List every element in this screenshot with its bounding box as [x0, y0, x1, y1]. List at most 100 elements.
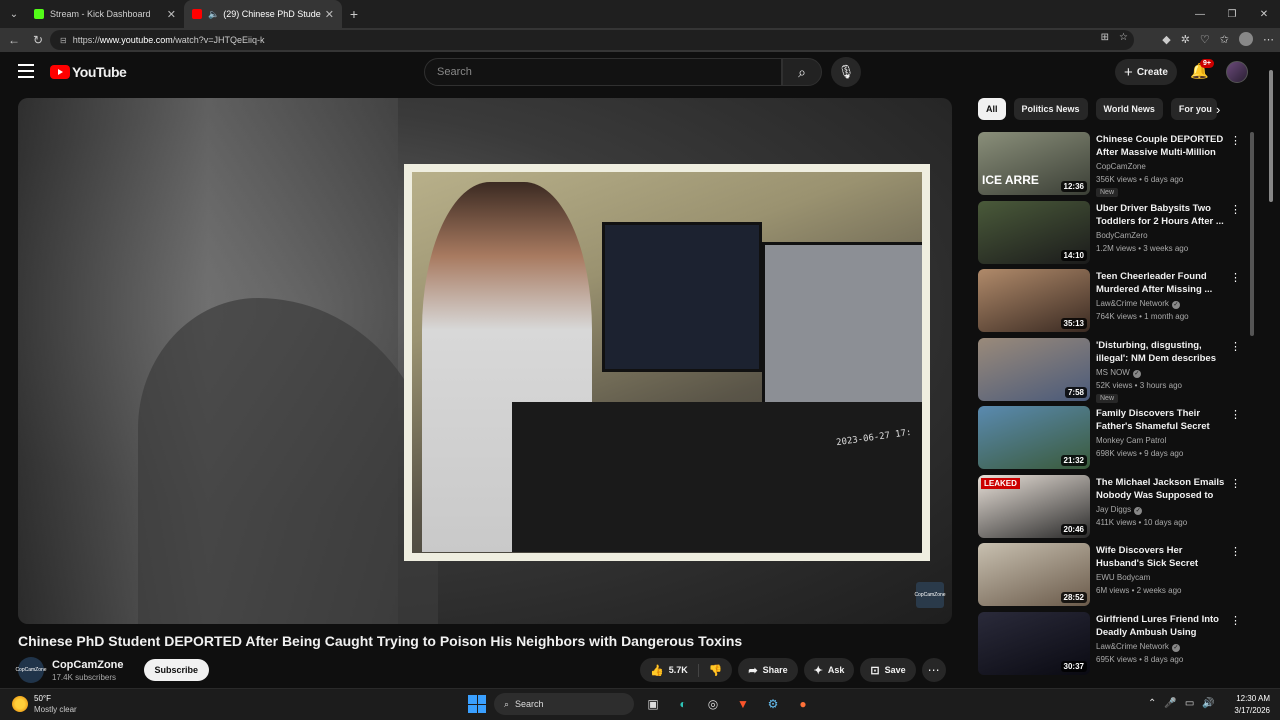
video-thumbnail[interactable]: 28:52 — [978, 543, 1090, 606]
browser-essentials-icon[interactable]: ♡ — [1200, 33, 1210, 46]
extensions-puzzle-icon[interactable]: ✲ — [1181, 33, 1190, 46]
brave-icon[interactable]: ▼ — [732, 693, 754, 715]
restore-icon[interactable]: ❐ — [1216, 0, 1248, 28]
save-button[interactable]: ⊡ Save — [860, 658, 916, 682]
recommendation-channel[interactable]: CopCamZone — [1096, 162, 1146, 171]
ask-button[interactable]: ✦ Ask — [803, 658, 855, 682]
task-view-icon[interactable]: ▣ — [642, 693, 664, 715]
recommendation-channel[interactable]: BodyCamZero — [1096, 231, 1148, 240]
tab-close-icon[interactable]: ✕ — [167, 8, 176, 21]
recommendation-channel[interactable]: Law&Crime Network ✓ — [1096, 642, 1180, 652]
recommendation-channel[interactable]: EWU Bodycam — [1096, 573, 1150, 582]
taskbar-search[interactable]: ⌕ Search — [494, 693, 634, 715]
guide-menu-icon[interactable] — [18, 64, 34, 78]
browser-tab-kick[interactable]: Stream - Kick Dashboard ✕ — [26, 0, 184, 28]
chip-politics-news[interactable]: Politics News — [1013, 98, 1088, 120]
subscribe-button[interactable]: Subscribe — [143, 659, 210, 681]
search-button[interactable]: ⌕ — [782, 58, 822, 86]
recommendation-title[interactable]: Teen Cheerleader Found Murdered After Mi… — [1096, 270, 1226, 296]
extension-icon[interactable]: ◆ — [1162, 33, 1170, 46]
page-scrollbar[interactable] — [1268, 62, 1274, 682]
recommendation-channel[interactable]: Jay Diggs ✓ — [1096, 505, 1143, 515]
app-icon[interactable]: ◎ — [702, 693, 724, 715]
more-vertical-icon[interactable]: ⋮ — [1230, 203, 1241, 216]
favorites-icon[interactable]: ✩ — [1220, 33, 1229, 46]
page-scrollbar-thumb[interactable] — [1269, 70, 1273, 202]
chevron-right-icon[interactable]: › — [1216, 102, 1220, 117]
video-thumbnail[interactable]: 35:13 — [978, 269, 1090, 332]
account-avatar[interactable] — [1226, 61, 1248, 83]
site-info-icon[interactable]: ⊟ — [60, 36, 67, 45]
youtube-logo[interactable]: YouTube — [50, 64, 127, 80]
search-input[interactable]: Search — [424, 58, 782, 86]
more-vertical-icon[interactable]: ⋮ — [1230, 477, 1241, 490]
video-thumbnail[interactable]: 7:58 — [978, 337, 1090, 401]
reload-icon[interactable]: ↻ — [26, 33, 50, 47]
share-button[interactable]: ➦ Share — [738, 658, 798, 682]
chip-for-you[interactable]: For you — [1170, 98, 1217, 120]
start-icon[interactable] — [468, 695, 486, 713]
edge-icon[interactable]: ◐ — [672, 693, 694, 715]
like-button[interactable]: 👍 5.7K — [640, 663, 699, 677]
firefox-icon[interactable]: ● — [792, 693, 814, 715]
chip-all[interactable]: All — [978, 98, 1006, 120]
more-vertical-icon[interactable]: ⋮ — [1230, 271, 1241, 284]
recommendation-title[interactable]: The Michael Jackson Emails Nobody Was Su… — [1096, 476, 1226, 502]
recommendation-item[interactable]: 21:32 Family Discovers Their Father's Sha… — [978, 406, 1248, 475]
volume-icon[interactable]: 🔊 — [1202, 698, 1214, 709]
recommendation-channel[interactable]: Law&Crime Network ✓ — [1096, 299, 1180, 309]
app-available-icon[interactable]: ⊞ — [1101, 32, 1109, 43]
channel-watermark[interactable]: CopCamZone — [914, 582, 946, 608]
channel-name[interactable]: CopCamZone — [52, 659, 124, 671]
browser-tab-youtube[interactable]: 🔈 (29) Chinese PhD Student DEP ✕ — [184, 0, 342, 28]
video-thumbnail[interactable]: 30:37 — [978, 611, 1090, 675]
new-tab-button[interactable]: + — [342, 6, 366, 22]
channel-avatar[interactable]: CopCamZone — [15, 657, 47, 683]
video-thumbnail[interactable]: LEAKED 20:46 — [978, 474, 1090, 538]
chip-world-news[interactable]: World News — [1095, 98, 1163, 120]
more-vertical-icon[interactable]: ⋮ — [1230, 134, 1241, 147]
dislike-button[interactable]: 👎 — [699, 664, 733, 677]
recommendation-item[interactable]: 14:10 Uber Driver Babysits Two Toddlers f… — [978, 200, 1248, 270]
tab-close-icon[interactable]: ✕ — [325, 8, 334, 21]
tray-chevron-icon[interactable]: ⌃ — [1148, 698, 1156, 709]
recommendation-item[interactable]: LEAKED 20:46 The Michael Jackson Emails No… — [978, 474, 1248, 544]
close-window-icon[interactable]: ✕ — [1248, 0, 1280, 28]
video-thumbnail[interactable]: 21:32 — [978, 406, 1090, 469]
video-player[interactable]: 2023-06-27 17: CopCamZone — [18, 98, 952, 624]
back-icon[interactable]: ← — [2, 33, 26, 47]
recommendation-item[interactable]: ICE ARRE 12:36 Chinese Couple DEPORTED Aft… — [978, 132, 1248, 201]
recommendation-title[interactable]: Wife Discovers Her Husband's Sick Secret — [1096, 544, 1226, 570]
recommendation-channel[interactable]: MS NOW ✓ — [1096, 368, 1141, 378]
steam-icon[interactable]: ⚙ — [762, 693, 784, 715]
notifications-button[interactable]: 🔔 9+ — [1190, 59, 1214, 80]
clock[interactable]: 12:30 AM 3/17/2026 — [1228, 693, 1270, 717]
weather-widget[interactable]: 50°F Mostly clear — [12, 693, 77, 715]
more-vertical-icon[interactable]: ⋮ — [1230, 614, 1241, 627]
video-thumbnail[interactable]: ICE ARRE 12:36 — [978, 132, 1090, 195]
recommendation-title[interactable]: Family Discovers Their Father's Shameful… — [1096, 407, 1226, 433]
video-thumbnail[interactable]: 14:10 — [978, 200, 1090, 264]
tab-search-chevron-icon[interactable]: ⌄ — [2, 2, 26, 26]
recommendation-title[interactable]: Girlfriend Lures Friend Into Deadly Ambu… — [1096, 613, 1226, 639]
more-actions-button[interactable]: ⋯ — [921, 658, 946, 682]
sidebar-scrollbar[interactable] — [1250, 132, 1254, 336]
microphone-icon[interactable]: 🎤 — [1164, 698, 1176, 709]
more-vertical-icon[interactable]: ⋮ — [1230, 408, 1241, 421]
network-icon[interactable]: ▭ — [1185, 698, 1194, 709]
recommendation-title[interactable]: 'Disturbing, disgusting, illegal': NM De… — [1096, 339, 1226, 365]
minimize-icon[interactable]: — — [1184, 0, 1216, 28]
recommendation-item[interactable]: 30:37 Girlfriend Lures Friend Into Deadly… — [978, 611, 1248, 681]
voice-search-button[interactable]: 🎙 — [831, 57, 861, 87]
speaker-icon[interactable]: 🔈 — [208, 9, 219, 20]
create-button[interactable]: + Create — [1115, 59, 1177, 85]
recommendation-channel[interactable]: Monkey Cam Patrol — [1096, 436, 1166, 445]
more-vertical-icon[interactable]: ⋮ — [1230, 340, 1241, 353]
address-bar[interactable]: ⊟ https://www.youtube.com/watch?v=JHTQeE… — [50, 30, 1134, 50]
more-vertical-icon[interactable]: ⋮ — [1230, 545, 1241, 558]
recommendation-item[interactable]: 28:52 Wife Discovers Her Husband's Sick S… — [978, 543, 1248, 612]
recommendation-item[interactable]: 35:13 Teen Cheerleader Found Murdered Aft… — [978, 269, 1248, 338]
favorite-star-icon[interactable]: ☆ — [1119, 32, 1128, 43]
recommendation-title[interactable]: Chinese Couple DEPORTED After Massive Mu… — [1096, 133, 1226, 159]
recommendation-title[interactable]: Uber Driver Babysits Two Toddlers for 2 … — [1096, 202, 1226, 228]
